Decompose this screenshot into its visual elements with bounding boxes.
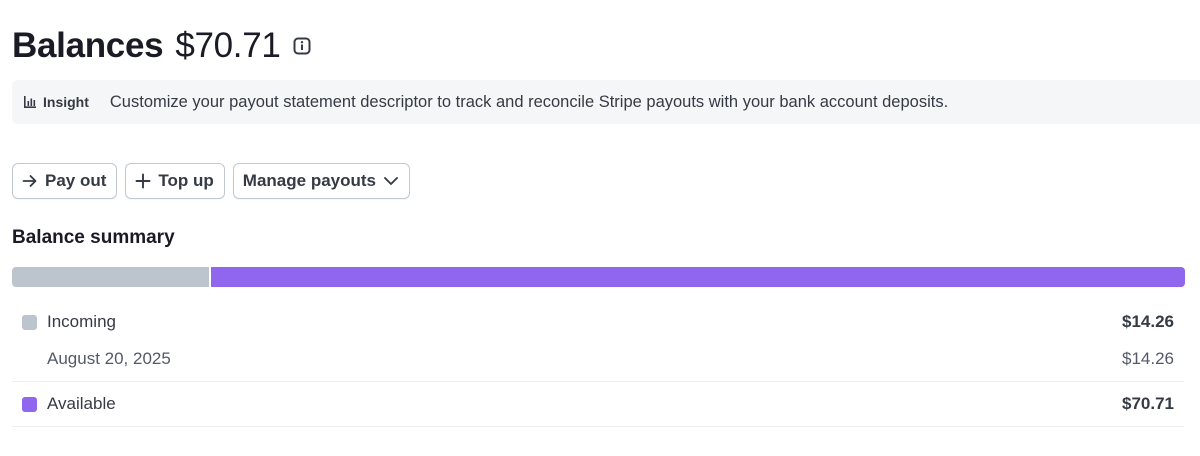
top-up-button[interactable]: Top up: [125, 163, 225, 199]
chevron-down-icon: [384, 177, 398, 185]
total-balance: $70.71: [175, 26, 281, 65]
balance-bar-available: [211, 267, 1185, 287]
manage-payouts-label: Manage payouts: [242, 171, 376, 190]
manage-payouts-button[interactable]: Manage payouts: [232, 163, 410, 199]
balance-summary-list: Incoming $14.26 August 20, 2025 $14.26 A…: [12, 300, 1184, 427]
incoming-detail-row: August 20, 2025 $14.26: [12, 344, 1184, 374]
incoming-amount: $14.26: [1122, 312, 1174, 331]
available-amount: $70.71: [1122, 394, 1174, 413]
insight-banner: Insight Customize your payout statement …: [12, 80, 1200, 124]
available-swatch: [22, 396, 37, 412]
page-title: Balances: [12, 26, 164, 65]
incoming-label: Incoming: [47, 312, 116, 331]
available-label: Available: [47, 394, 116, 413]
top-up-label: Top up: [158, 171, 214, 190]
available-row: Available $70.71: [12, 382, 1184, 426]
arrow-right-icon: [22, 175, 37, 187]
plus-icon: [135, 173, 151, 189]
incoming-row: Incoming $14.26: [12, 300, 1184, 344]
incoming-swatch: [22, 314, 37, 330]
incoming-detail-amount: $14.26: [1122, 349, 1174, 368]
insight-label: Insight: [23, 94, 89, 110]
balance-bar-incoming: [12, 267, 210, 287]
pay-out-label: Pay out: [45, 171, 107, 190]
balance-summary-title: Balance summary: [12, 227, 175, 248]
insight-label-text: Insight: [43, 94, 89, 110]
divider: [12, 426, 1184, 427]
insight-text: Customize your payout statement descript…: [109, 92, 949, 111]
balances-page: Balances $70.71 Insight Customize your p…: [0, 0, 1200, 456]
incoming-detail-date: August 20, 2025: [47, 349, 171, 368]
pay-out-button[interactable]: Pay out: [12, 163, 118, 199]
action-buttons: Pay out Top up Manage payouts: [12, 163, 410, 199]
balance-bar: [12, 267, 1185, 287]
bar-chart-icon: [24, 96, 36, 108]
page-header: Balances $70.71: [12, 26, 311, 66]
info-icon[interactable]: [293, 37, 311, 55]
